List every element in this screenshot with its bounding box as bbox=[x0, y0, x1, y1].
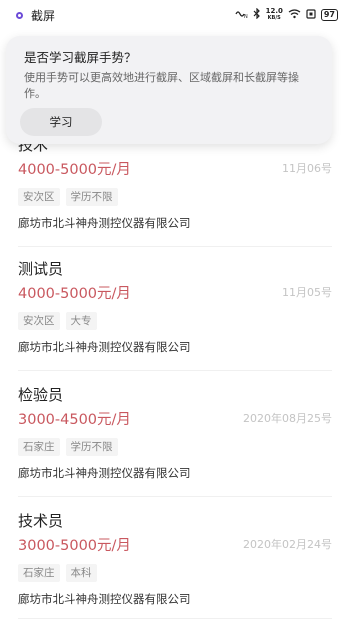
status-right: N 12.0 KB/S 97 bbox=[234, 8, 338, 22]
screenshot-indicator-icon bbox=[16, 11, 23, 19]
job-company: 廊坊市北斗神舟测控仪器有限公司 bbox=[18, 216, 191, 230]
job-company: 廊坊市北斗神舟测控仪器有限公司 bbox=[18, 466, 191, 480]
divider bbox=[18, 370, 332, 371]
job-tags: 石家庄 学历不限 bbox=[18, 438, 332, 456]
job-date: 11月05号 bbox=[282, 286, 332, 299]
job-company: 廊坊市北斗神舟测控仪器有限公司 bbox=[18, 592, 191, 606]
job-tag-location: 安次区 bbox=[18, 188, 60, 206]
learn-button[interactable]: 学习 bbox=[20, 108, 102, 136]
job-salary: 3000-5000元/月 bbox=[18, 537, 131, 554]
job-date: 2020年08月25号 bbox=[243, 412, 332, 425]
divider bbox=[18, 246, 332, 247]
bluetooth-icon bbox=[253, 7, 261, 22]
job-salary: 4000-5000元/月 bbox=[18, 161, 131, 178]
job-salary: 4000-5000元/月 bbox=[18, 285, 131, 302]
job-tag-location: 安次区 bbox=[18, 312, 60, 330]
job-item-3[interactable]: 技术员 3000-5000元/月 2020年02月24号 石家庄 本科 廊坊市北… bbox=[0, 510, 350, 608]
job-item-1[interactable]: 测试员 4000-5000元/月 11月05号 安次区 大专 廊坊市北斗神舟测控… bbox=[0, 258, 350, 356]
svg-text:N: N bbox=[244, 14, 248, 19]
battery-icon: 97 bbox=[320, 9, 338, 21]
sim-icon bbox=[306, 8, 316, 22]
job-tag-education: 学历不限 bbox=[65, 188, 118, 206]
wifi-icon bbox=[288, 8, 301, 22]
job-date: 2020年02月24号 bbox=[243, 538, 332, 551]
job-tags: 安次区 大专 bbox=[18, 312, 332, 330]
popup-description: 使用手势可以更高效地进行截屏、区域截屏和长截屏等操作。 bbox=[24, 71, 299, 100]
status-bar: 截屏 N 12.0 KB/S 97 bbox=[0, 0, 350, 30]
net-speed: 12.0 KB/S bbox=[266, 8, 283, 22]
salary-row: 3000-5000元/月 2020年02月24号 bbox=[18, 532, 332, 556]
net-speed-unit: KB/S bbox=[267, 15, 281, 21]
job-salary: 3000-4500元/月 bbox=[18, 411, 131, 428]
job-tag-education: 大专 bbox=[65, 312, 97, 330]
gesture-tip-popup: 是否学习截屏手势？ 使用手势可以更高效地进行截屏、区域截屏和长截屏等操作。 学习 bbox=[6, 36, 332, 144]
job-tag-education: 本科 bbox=[65, 564, 97, 582]
job-tag-location: 石家庄 bbox=[18, 438, 60, 456]
job-title: 测试员 bbox=[18, 260, 64, 278]
job-title: 技术员 bbox=[18, 512, 64, 530]
job-tags: 安次区 学历不限 bbox=[18, 188, 332, 206]
job-tag-location: 石家庄 bbox=[18, 564, 60, 582]
divider bbox=[18, 496, 332, 497]
job-item-2[interactable]: 检验员 3000-4500元/月 2020年08月25号 石家庄 学历不限 廊坊… bbox=[0, 384, 350, 482]
net-speed-value: 12.0 bbox=[265, 7, 283, 15]
job-date: 11月06号 bbox=[282, 162, 332, 175]
status-left: 截屏 bbox=[16, 7, 55, 24]
popup-title: 是否学习截屏手势？ bbox=[24, 50, 137, 65]
nfc-icon: N bbox=[234, 9, 248, 22]
status-app-name: 截屏 bbox=[31, 8, 56, 23]
job-item-0[interactable]: 技术 4000-5000元/月 11月06号 安次区 学历不限 廊坊市北斗神舟测… bbox=[0, 134, 350, 232]
job-tags: 石家庄 本科 bbox=[18, 564, 332, 582]
divider bbox=[18, 618, 332, 619]
job-title: 检验员 bbox=[18, 386, 64, 404]
salary-row: 4000-5000元/月 11月06号 bbox=[18, 156, 332, 180]
job-tag-education: 学历不限 bbox=[65, 438, 118, 456]
job-company: 廊坊市北斗神舟测控仪器有限公司 bbox=[18, 340, 191, 354]
salary-row: 4000-5000元/月 11月05号 bbox=[18, 280, 332, 304]
salary-row: 3000-4500元/月 2020年08月25号 bbox=[18, 406, 332, 430]
